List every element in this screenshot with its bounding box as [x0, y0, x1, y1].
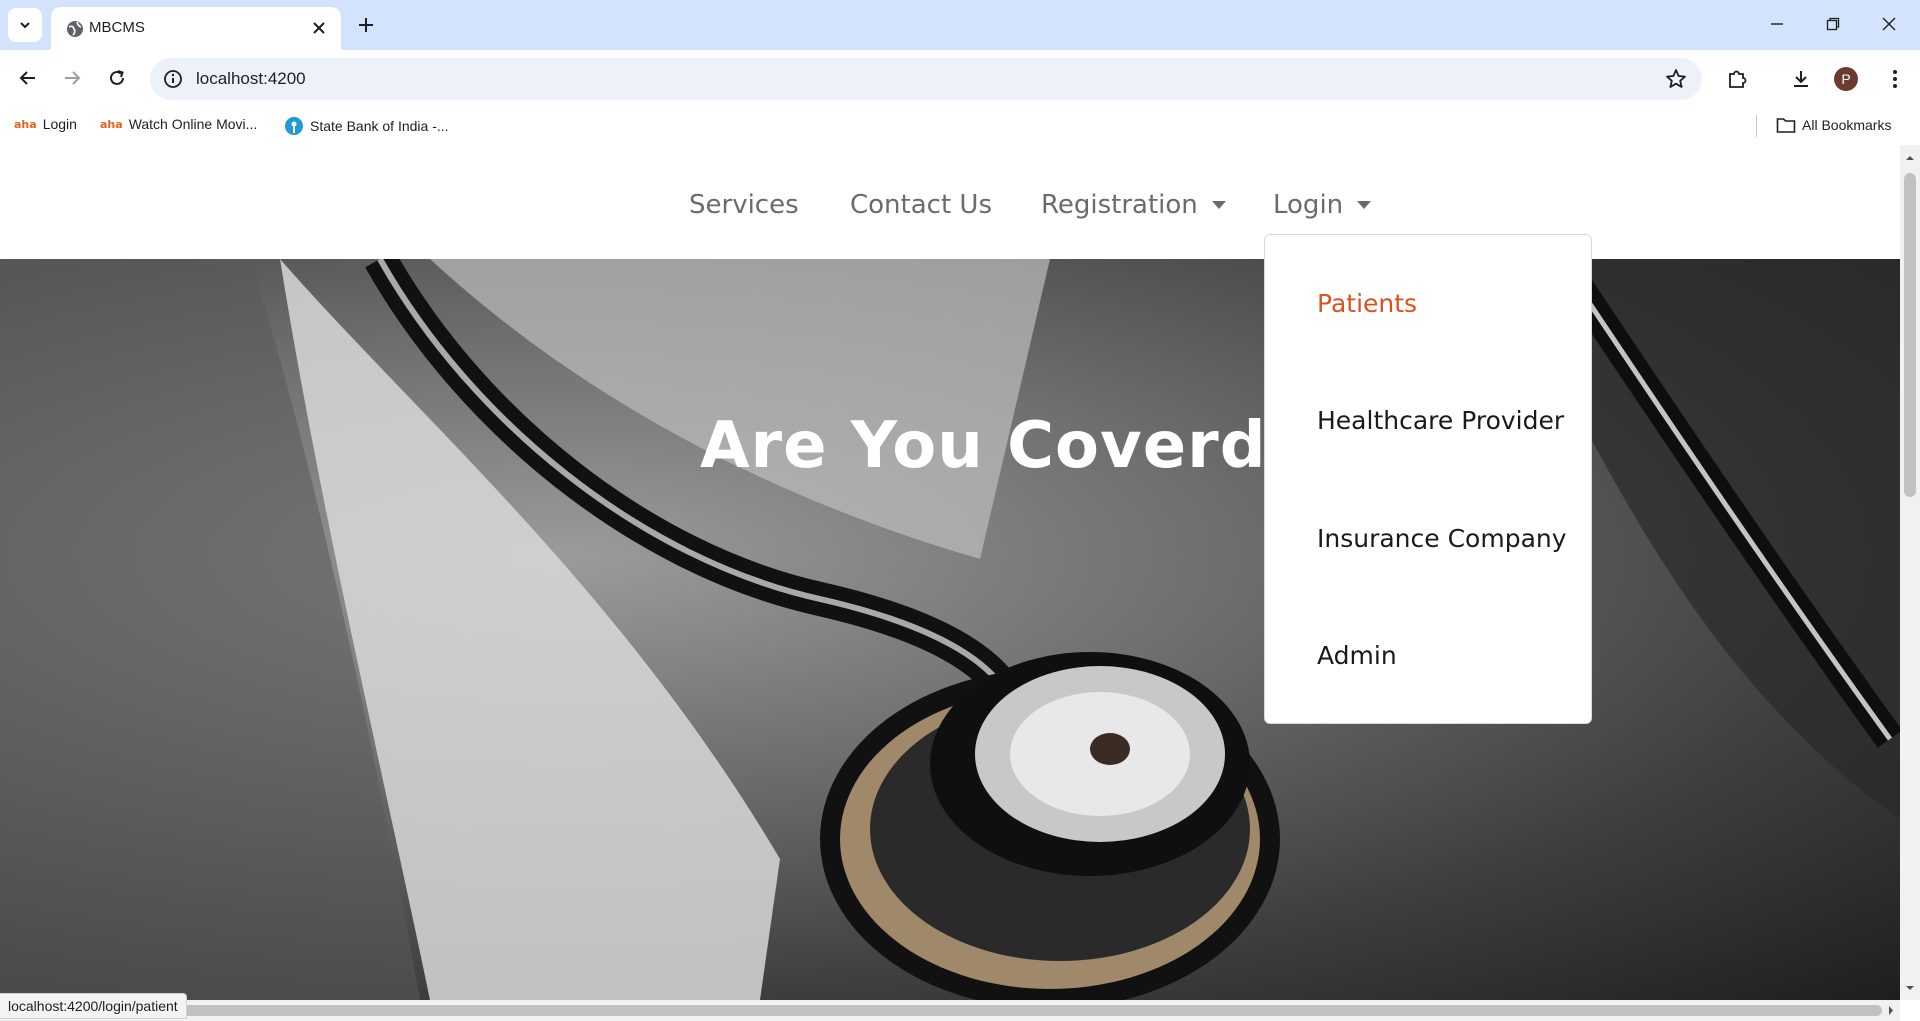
nav-login-dropdown[interactable]: Login — [1273, 190, 1372, 220]
tab-strip: MBCMS — [0, 0, 1920, 50]
tab-close-button[interactable] — [307, 16, 331, 40]
close-icon — [313, 22, 325, 34]
bookmark-login[interactable]: aha Login — [14, 116, 77, 132]
download-icon — [1794, 71, 1808, 87]
bookmark-sbi[interactable]: State Bank of India -... — [284, 116, 449, 136]
arrow-left-icon — [19, 71, 35, 85]
vertical-scroll-thumb[interactable] — [1904, 173, 1916, 497]
all-bookmarks-label: All Bookmarks — [1802, 117, 1892, 133]
tab-title: MBCMS — [89, 19, 145, 36]
login-menu-patients[interactable]: Patients — [1317, 289, 1417, 318]
close-icon — [1882, 17, 1896, 31]
minimize-icon — [1771, 23, 1783, 25]
login-menu-insurance-company[interactable]: Insurance Company — [1317, 524, 1567, 553]
horizontal-scroll-thumb[interactable] — [12, 1005, 1882, 1016]
reload-button[interactable] — [101, 62, 133, 94]
plus-icon — [359, 18, 373, 32]
bookmark-label: Login — [42, 116, 77, 132]
nav-services-label: Services — [689, 190, 799, 220]
page-viewport: Services Contact Us Registration Login A… — [0, 145, 1900, 1000]
scroll-down-icon[interactable] — [1900, 981, 1920, 995]
bookmark-label: Watch Online Movi... — [128, 116, 258, 132]
restore-button[interactable] — [1810, 6, 1856, 42]
star-icon[interactable] — [1664, 67, 1688, 91]
stethoscope-image — [0, 259, 1900, 1000]
profile-avatar[interactable]: P — [1834, 67, 1858, 91]
restore-icon — [1826, 17, 1840, 31]
nav-contact-us[interactable]: Contact Us — [850, 190, 992, 220]
browser-tab[interactable]: MBCMS — [51, 7, 341, 50]
hero-title: Are You Coverd ? — [700, 409, 1328, 483]
back-button[interactable] — [12, 62, 44, 94]
all-bookmarks-button[interactable]: All Bookmarks — [1776, 116, 1891, 134]
status-bar-url: localhost:4200/login/patient — [0, 993, 187, 1019]
login-dropdown-menu: Patients Healthcare Provider Insurance C… — [1264, 234, 1592, 724]
login-menu-admin[interactable]: Admin — [1317, 641, 1397, 670]
globe-icon — [67, 21, 83, 37]
downloads-button[interactable] — [1786, 64, 1816, 94]
bookmark-label: State Bank of India -... — [310, 118, 449, 134]
extensions-button[interactable] — [1722, 64, 1752, 94]
bookmarks-divider — [1756, 115, 1757, 137]
hero-banner: Are You Coverd ? — [0, 259, 1900, 1000]
address-bar[interactable]: localhost:4200 — [150, 58, 1702, 100]
menu-button[interactable] — [1880, 64, 1910, 94]
horizontal-scrollbar[interactable] — [0, 1000, 1900, 1021]
arrow-right-icon — [65, 71, 81, 85]
nav-registration-dropdown[interactable]: Registration — [1041, 190, 1226, 220]
scroll-right-icon[interactable] — [1884, 1000, 1898, 1021]
tab-search-button[interactable] — [8, 8, 42, 42]
nav-contact-label: Contact Us — [850, 190, 992, 220]
vertical-scrollbar[interactable] — [1900, 145, 1920, 1000]
info-icon[interactable] — [162, 68, 184, 90]
scroll-up-icon[interactable] — [1900, 151, 1920, 165]
aha-icon: aha — [14, 117, 37, 131]
bookmark-watch-online[interactable]: aha Watch Online Movi... — [100, 116, 257, 132]
sbi-icon — [285, 117, 303, 135]
minimize-button[interactable] — [1754, 6, 1800, 42]
nav-services[interactable]: Services — [689, 190, 799, 220]
new-tab-button[interactable] — [352, 11, 380, 39]
url-text[interactable]: localhost:4200 — [196, 69, 306, 89]
browser-toolbar: localhost:4200 P — [0, 50, 1920, 107]
caret-down-icon — [1357, 201, 1372, 209]
site-navbar: Services Contact Us Registration Login — [0, 145, 1900, 259]
bookmarks-bar: aha Login aha Watch Online Movi... State… — [0, 107, 1920, 145]
login-menu-healthcare-provider[interactable]: Healthcare Provider — [1317, 406, 1564, 435]
close-window-button[interactable] — [1866, 6, 1912, 42]
nav-registration-label: Registration — [1041, 190, 1198, 220]
puzzle-icon — [1729, 70, 1747, 88]
aha-icon: aha — [100, 117, 123, 131]
folder-icon — [1776, 118, 1796, 133]
caret-down-icon — [1211, 201, 1226, 209]
more-vertical-icon — [1893, 70, 1897, 88]
nav-login-label: Login — [1273, 190, 1344, 220]
forward-button[interactable] — [56, 62, 88, 94]
reload-icon — [110, 70, 124, 85]
chevron-down-icon — [20, 22, 30, 29]
